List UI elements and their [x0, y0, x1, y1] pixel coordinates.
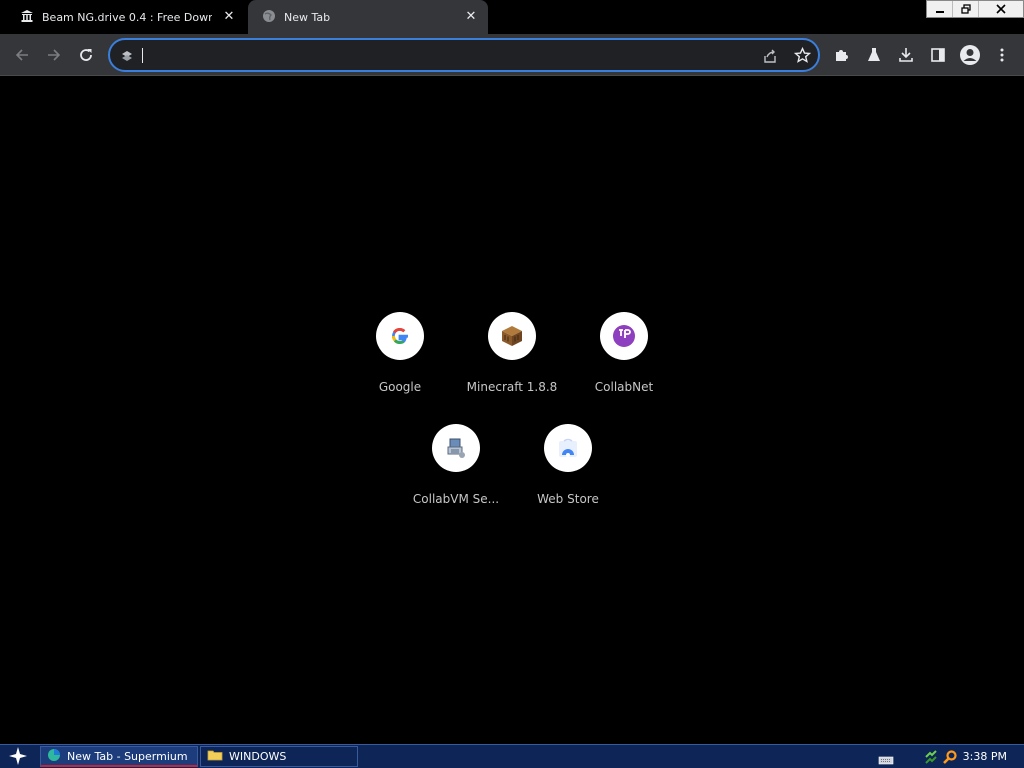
- shortcut-collabvm[interactable]: CollabVM Se...: [400, 424, 512, 524]
- web-store-icon: [544, 424, 592, 472]
- download-icon: [899, 48, 913, 62]
- taskbar-item-label: New Tab - Supermium: [67, 749, 188, 763]
- taskbar-item-folder[interactable]: WINDOWS: [200, 746, 358, 767]
- arrow-left-icon: [15, 49, 28, 61]
- browser-window: Beam NG.drive 0.4 : Free Download ✕ New …: [0, 0, 1024, 768]
- shortcut-web-store[interactable]: Web Store: [512, 424, 624, 524]
- shortcut-google[interactable]: Google: [344, 312, 456, 412]
- shortcut-label: Web Store: [537, 492, 599, 506]
- reload-button[interactable]: [74, 43, 98, 67]
- restore-button[interactable]: [953, 1, 979, 17]
- minimize-button[interactable]: [927, 1, 953, 17]
- avatar-icon: [960, 45, 980, 65]
- shortcut-minecraft[interactable]: Minecraft 1.8.8: [456, 312, 568, 412]
- window-controls: [926, 0, 1024, 18]
- labs-button[interactable]: [862, 43, 886, 67]
- google-g-icon: [376, 312, 424, 360]
- reload-icon: [80, 49, 92, 61]
- text-cursor: [142, 48, 143, 63]
- flask-icon: [868, 48, 880, 61]
- network-icon[interactable]: [924, 749, 938, 768]
- close-window-button[interactable]: [979, 1, 1023, 17]
- taskbar-item-browser[interactable]: New Tab - Supermium: [40, 746, 198, 767]
- start-button[interactable]: [4, 745, 32, 767]
- back-button[interactable]: [10, 43, 34, 67]
- collabvm-icon: [432, 424, 480, 472]
- arrow-right-icon: [48, 49, 61, 61]
- taskbar-clock[interactable]: 3:38 PM: [963, 750, 1007, 763]
- profile-button[interactable]: [958, 43, 982, 67]
- side-panel-button[interactable]: [926, 43, 950, 67]
- shortcut-label: Minecraft 1.8.8: [466, 380, 558, 394]
- bookmark-star-icon[interactable]: [793, 46, 812, 68]
- puzzle-icon: [836, 50, 848, 61]
- menu-button[interactable]: [990, 43, 1014, 67]
- tab-beamng[interactable]: Beam NG.drive 0.4 : Free Download ✕: [0, 0, 246, 34]
- tab-title: Beam NG.drive 0.4 : Free Download: [42, 10, 212, 24]
- kebab-menu-icon: [1000, 48, 1004, 62]
- taskbar: New Tab - Supermium WINDOWS 3:38 PM: [0, 744, 1024, 768]
- star-logo-icon: [9, 747, 27, 765]
- address-input[interactable]: [140, 46, 740, 64]
- folder-icon: [207, 749, 223, 764]
- shortcut-label: Google: [378, 380, 422, 394]
- shortcut-label: CollabVM Se...: [412, 492, 500, 506]
- share-icon[interactable]: [762, 48, 778, 68]
- collabnet-icon: [600, 312, 648, 360]
- crafting-table-icon: [488, 312, 536, 360]
- museum-icon: [20, 9, 34, 26]
- tab-new-tab[interactable]: New Tab ✕: [248, 0, 488, 34]
- shortcut-collabnet[interactable]: CollabNet: [568, 312, 680, 412]
- taskbar-item-label: WINDOWS: [229, 750, 287, 763]
- keyboard-icon[interactable]: [878, 751, 894, 768]
- forward-button[interactable]: [42, 43, 66, 67]
- search-icon[interactable]: [942, 749, 958, 768]
- browser-icon: [47, 748, 61, 765]
- tab-title: New Tab: [284, 10, 331, 24]
- browser-toolbar: [0, 34, 1024, 76]
- site-info-icon[interactable]: [120, 48, 134, 67]
- extensions-button[interactable]: [830, 43, 854, 67]
- close-tab-icon[interactable]: ✕: [464, 10, 478, 24]
- address-bar[interactable]: [108, 38, 820, 72]
- globe-icon: [262, 9, 276, 26]
- downloads-button[interactable]: [894, 43, 918, 67]
- shortcut-label: CollabNet: [594, 380, 654, 394]
- close-tab-icon[interactable]: ✕: [222, 10, 236, 24]
- tab-strip: Beam NG.drive 0.4 : Free Download ✕ New …: [0, 0, 1024, 34]
- side-panel-icon: [931, 48, 945, 62]
